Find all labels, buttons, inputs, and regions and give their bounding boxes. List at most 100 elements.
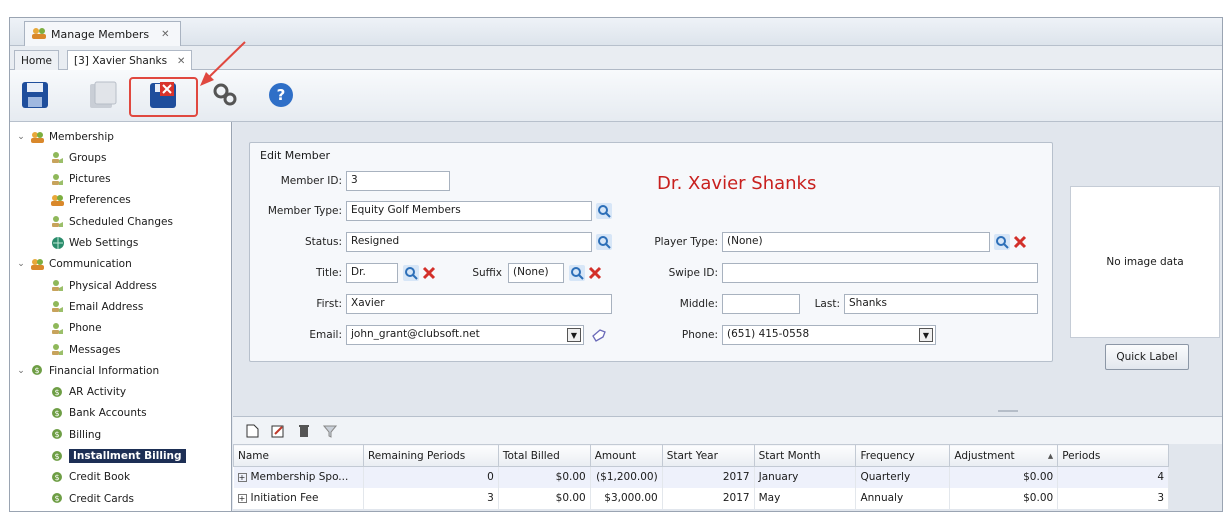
tree-item[interactable]: $ Bank Accounts xyxy=(50,403,147,424)
delete-icon[interactable] xyxy=(297,424,311,438)
expand-collapse-icon[interactable]: ⌄ xyxy=(16,366,26,376)
member-photo[interactable]: No image data xyxy=(1070,186,1220,338)
expand-row-icon[interactable]: + xyxy=(237,473,247,483)
table-row[interactable]: + Membership Spo... 0 $0.00 ($1,200.00) 2017 J… xyxy=(233,466,1169,488)
table-row[interactable]: + Initiation Fee 3 $0.00 $3,000.00 2017 May Ann… xyxy=(233,487,1169,509)
member-type-field[interactable]: Equity Golf Members xyxy=(346,201,592,221)
suffix-search-button[interactable] xyxy=(568,264,586,282)
player-type-clear-button[interactable] xyxy=(1011,233,1029,251)
tree-item[interactable]: Web Settings xyxy=(50,233,138,254)
table-cell: Annualy xyxy=(855,487,951,509)
quick-label-button[interactable]: Quick Label xyxy=(1105,344,1189,370)
tree-item[interactable]: $ Credit Cards xyxy=(50,488,134,509)
title-search-button[interactable] xyxy=(402,264,420,282)
tree-item[interactable]: ⌄ $ Financial Information xyxy=(16,360,159,381)
tree-item[interactable]: $ AR Activity xyxy=(50,382,126,403)
tree-item[interactable]: $ Installment Billing xyxy=(50,446,186,467)
first-name-label: First: xyxy=(316,298,342,310)
tree-item-label: Phone xyxy=(69,322,102,335)
tab-manage-members[interactable]: Manage Members ✕ xyxy=(24,21,181,46)
column-header-label: Adjustment xyxy=(954,449,1015,462)
table-cell: $0.00 xyxy=(498,487,591,509)
column-header[interactable]: Adjustment ▴ xyxy=(949,444,1059,467)
column-header[interactable]: Total Billed xyxy=(497,444,591,467)
table-cell: + Membership Spo... xyxy=(233,466,364,488)
sort-ascending-icon: ▴ xyxy=(1047,449,1054,462)
tree-item[interactable]: $ Billing xyxy=(50,424,101,445)
phone-select[interactable]: (651) 415-0558 ▼ xyxy=(722,325,936,345)
email-send-button[interactable] xyxy=(590,326,608,344)
column-header[interactable]: Name xyxy=(233,444,364,467)
expand-collapse-icon[interactable]: ⌄ xyxy=(16,132,26,142)
help-button[interactable]: ? xyxy=(266,80,296,110)
close-icon[interactable]: ✕ xyxy=(177,56,185,67)
column-header[interactable]: Periods xyxy=(1057,444,1169,467)
tree-item[interactable]: Groups xyxy=(50,147,106,168)
tree-item[interactable]: $ Credit Book xyxy=(50,467,130,488)
edit-icon[interactable] xyxy=(271,424,285,438)
tree-item-label: Email Address xyxy=(69,300,144,313)
title-field[interactable]: Dr. xyxy=(346,263,398,283)
tree-item[interactable]: Preferences xyxy=(50,190,131,211)
member-id-label: Member ID: xyxy=(280,175,342,187)
tree-item[interactable]: Messages xyxy=(50,339,121,360)
save-and-new-button[interactable] xyxy=(88,80,118,110)
column-header[interactable]: Start Month xyxy=(753,444,857,467)
member-type-search-button[interactable] xyxy=(595,202,613,220)
column-header[interactable]: Frequency xyxy=(855,444,951,467)
tab-home[interactable]: Home xyxy=(14,50,60,70)
svg-text:$: $ xyxy=(54,494,59,503)
edit-member-group: Edit Member Dr. Xavier Shanks Member ID:… xyxy=(249,142,1053,362)
dropdown-arrow-icon[interactable]: ▼ xyxy=(567,328,581,342)
title-clear-button[interactable] xyxy=(420,264,438,282)
member-id-field[interactable]: 3 xyxy=(346,171,450,191)
tree-item[interactable]: Email Address xyxy=(50,296,143,317)
main-panel: Edit Member Dr. Xavier Shanks Member ID:… xyxy=(233,122,1222,511)
swipe-id-field[interactable] xyxy=(722,263,1038,283)
first-name-field[interactable]: Xavier xyxy=(346,294,612,314)
search-icon xyxy=(403,265,419,281)
splitter-grip[interactable] xyxy=(998,410,1018,412)
column-header[interactable]: Remaining Periods xyxy=(362,444,499,467)
table-cell: ($1,200.00) xyxy=(590,466,663,488)
group-icon xyxy=(50,279,65,292)
middle-name-label: Middle: xyxy=(679,298,718,310)
globe-icon xyxy=(50,237,65,250)
swipe-id-label: Swipe ID: xyxy=(668,267,718,279)
tab-member[interactable]: [3] Xavier Shanks ✕ xyxy=(67,50,193,71)
email-select[interactable]: john_grant@clubsoft.net ▼ xyxy=(346,325,584,345)
player-type-search-button[interactable] xyxy=(993,233,1011,251)
tree-item-label: Credit Book xyxy=(69,471,131,484)
money-icon: $ xyxy=(50,428,65,441)
dropdown-arrow-icon[interactable]: ▼ xyxy=(919,328,933,342)
suffix-field[interactable]: (None) xyxy=(508,263,564,283)
tree-item[interactable]: Pictures xyxy=(50,169,111,190)
tree-item-label: Pictures xyxy=(69,173,111,186)
tree-item[interactable]: Physical Address xyxy=(50,275,157,296)
expand-row-icon[interactable]: + xyxy=(237,494,247,503)
suffix-clear-button[interactable] xyxy=(586,264,604,282)
last-name-field[interactable]: Shanks xyxy=(844,294,1038,314)
close-icon[interactable]: ✕ xyxy=(161,29,169,40)
table-cell: May xyxy=(754,487,857,509)
column-header[interactable]: Start Year xyxy=(661,444,755,467)
save-button[interactable] xyxy=(20,80,50,110)
tree-item[interactable]: ⌄ Communication xyxy=(16,254,132,275)
tree-item-label: Communication xyxy=(49,258,132,271)
column-header[interactable]: Amount xyxy=(589,444,663,467)
tree-item[interactable]: ⌄ Membership xyxy=(16,126,114,147)
tab-label: Manage Members xyxy=(51,27,150,41)
filter-icon[interactable] xyxy=(323,424,337,438)
player-type-field[interactable]: (None) xyxy=(722,232,990,252)
tree-item[interactable]: Phone xyxy=(50,318,102,339)
middle-name-field[interactable] xyxy=(722,294,800,314)
group-icon xyxy=(50,300,65,313)
new-document-icon[interactable] xyxy=(245,424,259,438)
expand-collapse-icon[interactable]: ⌄ xyxy=(16,259,26,269)
status-field[interactable]: Resigned xyxy=(346,232,592,252)
table-cell: January xyxy=(754,466,857,488)
status-search-button[interactable] xyxy=(595,233,613,251)
tree-item[interactable]: Scheduled Changes xyxy=(50,211,173,232)
splitter[interactable] xyxy=(233,408,1222,416)
money-icon: $ xyxy=(50,471,65,484)
